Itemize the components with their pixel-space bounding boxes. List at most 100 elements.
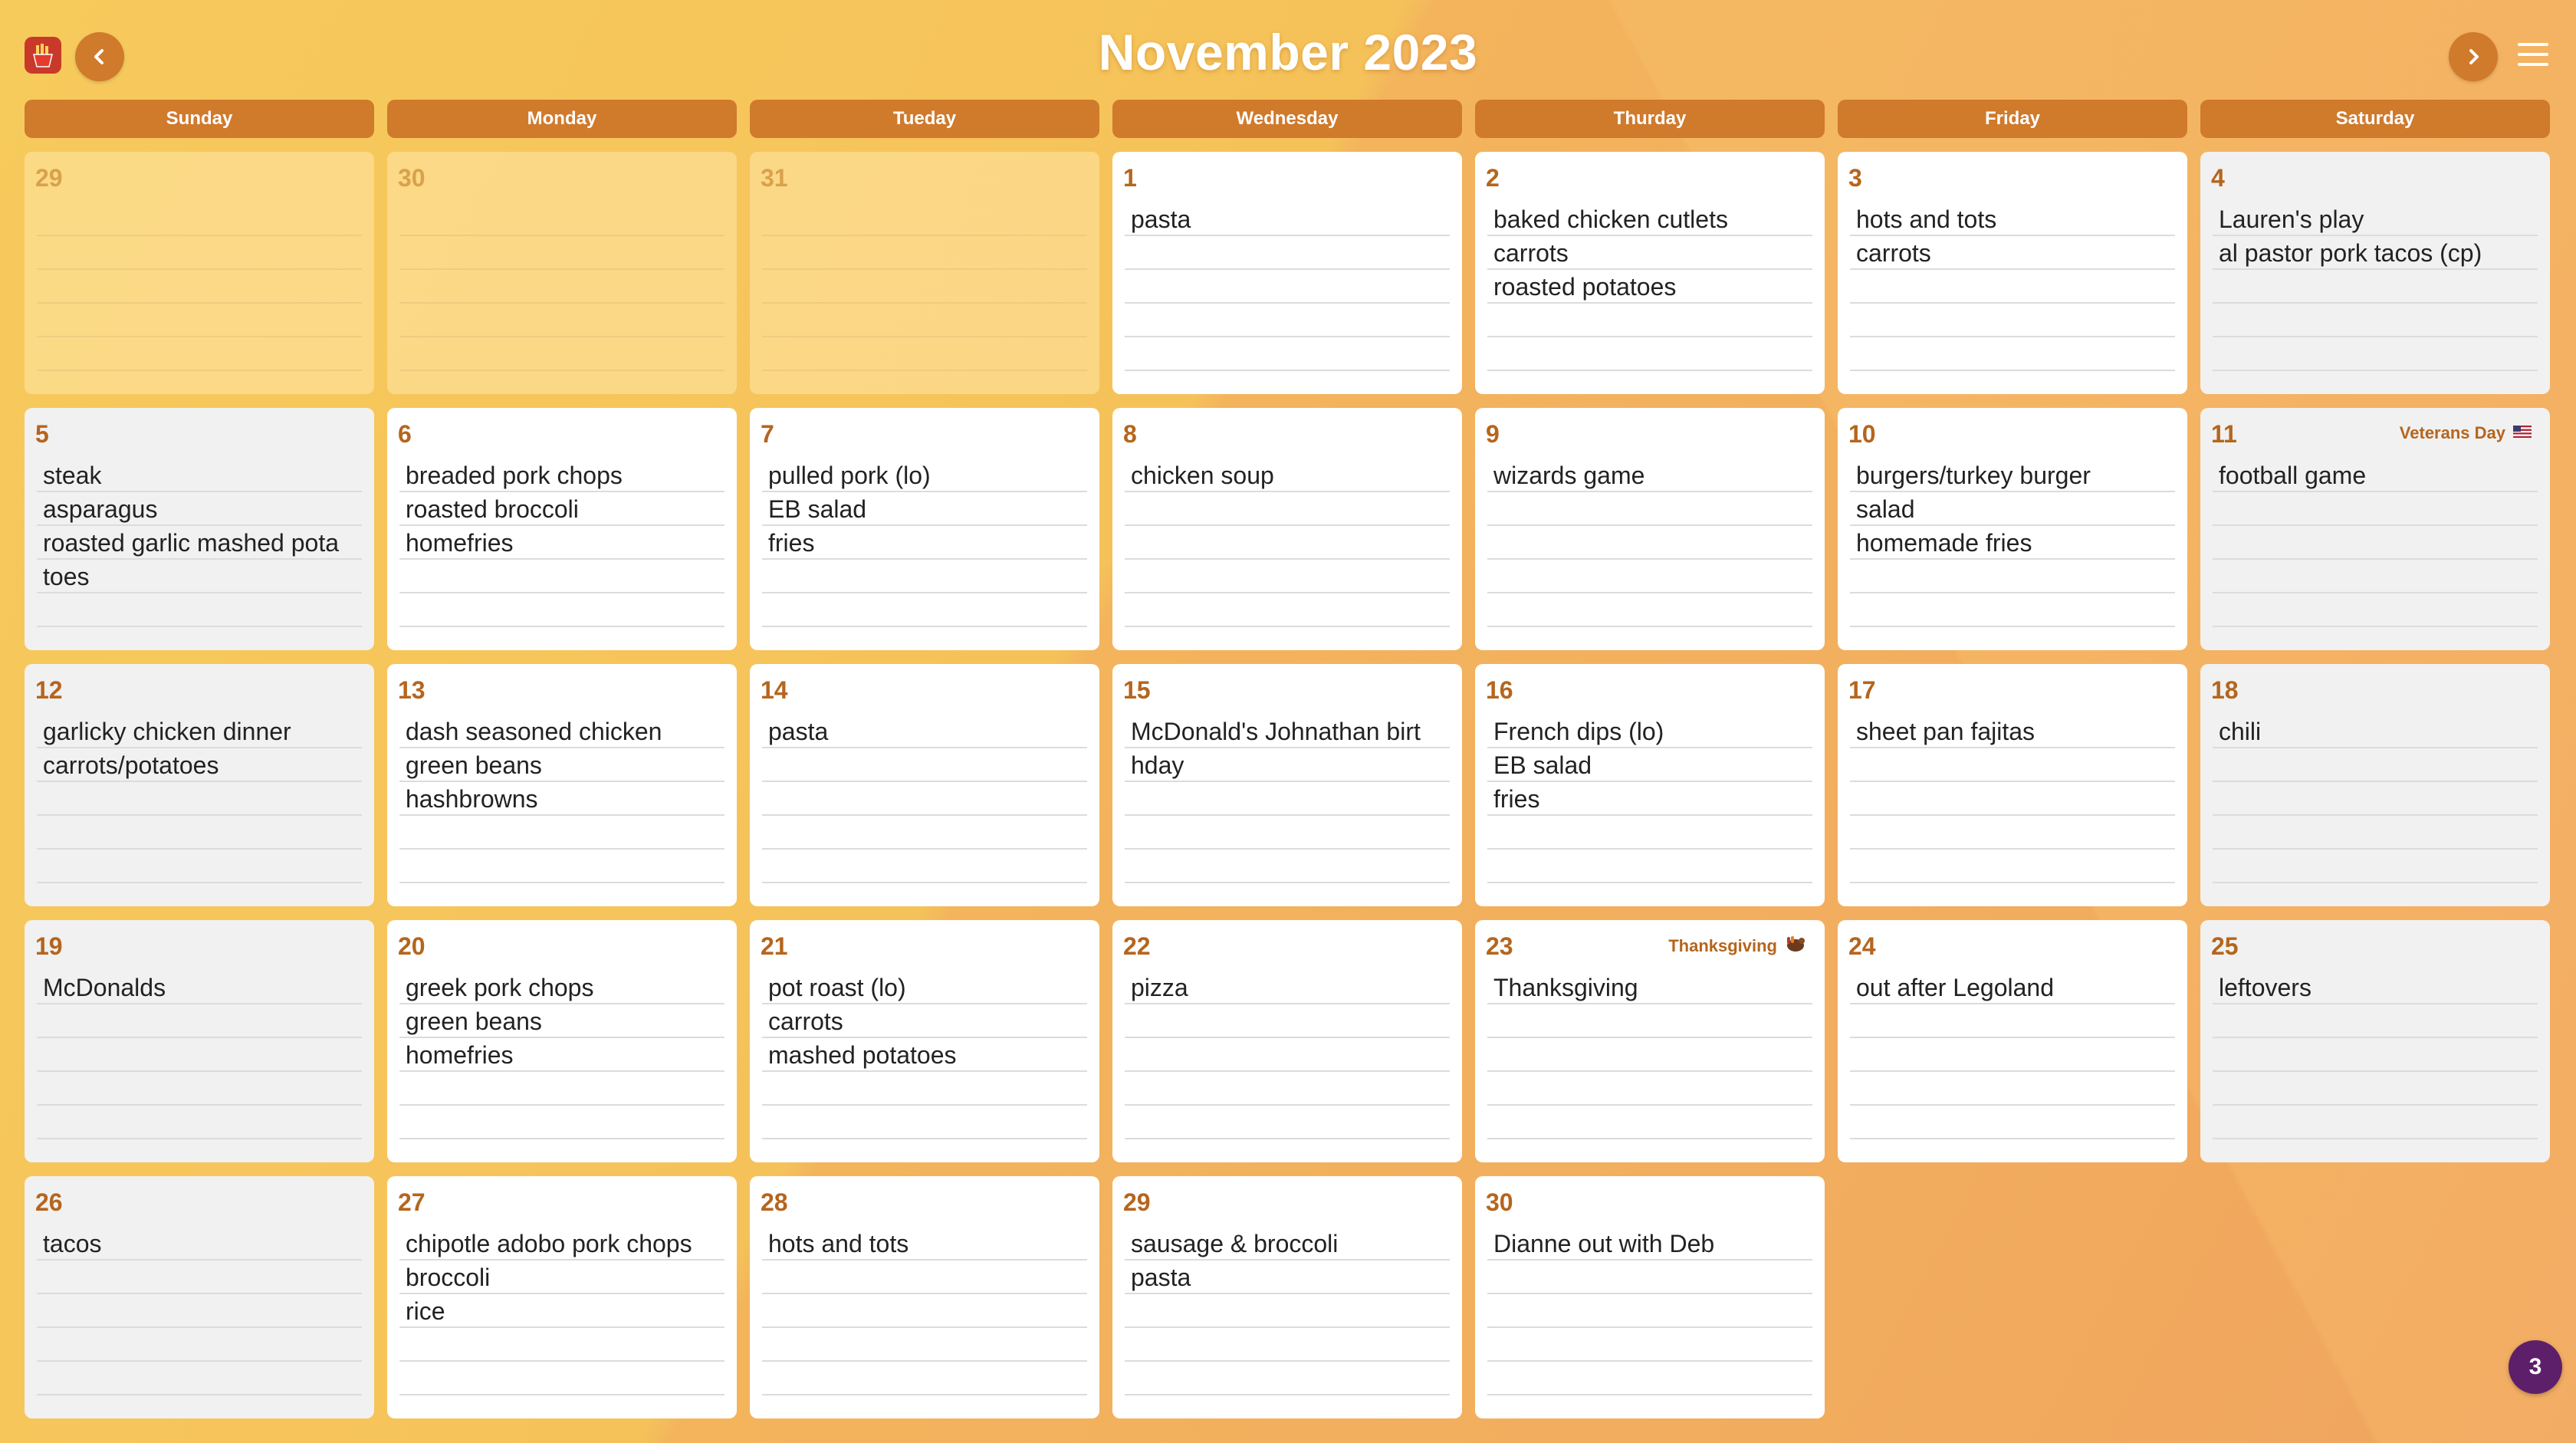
day-cell[interactable]: 17 sheet pan fajitas <box>1838 664 2187 906</box>
day-cell[interactable]: 14 pasta <box>750 664 1099 906</box>
meal-entry[interactable]: green beans <box>406 1004 724 1038</box>
meal-entry[interactable]: leftovers <box>2219 971 2538 1004</box>
meal-entry[interactable]: salad <box>1856 492 2175 526</box>
notification-badge[interactable]: 3 <box>2509 1340 2562 1394</box>
meal-entries[interactable]: pasta <box>768 715 1087 748</box>
day-cell[interactable]: 31 <box>750 152 1099 394</box>
meal-entry[interactable]: fries <box>768 526 1087 560</box>
meal-entries[interactable]: football game <box>2219 459 2538 492</box>
day-cell[interactable]: 7 pulled pork (lo) EB salad fries <box>750 408 1099 650</box>
day-cell[interactable]: 6 breaded pork chops roasted broccoli homef… <box>387 408 737 650</box>
meal-entry[interactable]: hots and tots <box>768 1227 1087 1261</box>
meal-entry[interactable]: wizards game <box>1493 459 1812 492</box>
meal-entry[interactable]: pot roast (lo) <box>768 971 1087 1004</box>
day-cell[interactable]: 20 greek pork chops green beans homefries <box>387 920 737 1162</box>
meal-entry[interactable]: broccoli <box>406 1261 724 1294</box>
meal-entry[interactable]: pasta <box>1131 202 1450 236</box>
meal-entry[interactable]: chili <box>2219 715 2538 748</box>
meal-entries[interactable]: out after Legoland <box>1856 971 2175 1004</box>
meal-entry[interactable]: Dianne out with Deb <box>1493 1227 1812 1261</box>
meal-entry[interactable]: Thanksgiving <box>1493 971 1812 1004</box>
meal-entry[interactable]: chipotle adobo pork chops <box>406 1227 724 1261</box>
day-cell[interactable]: 16 French dips (lo) EB salad fries <box>1475 664 1825 906</box>
day-cell[interactable]: 29 sausage & broccoli pasta <box>1112 1176 1462 1418</box>
meal-entry[interactable]: roasted broccoli <box>406 492 724 526</box>
meal-entry[interactable]: al pastor pork tacos (cp) <box>2219 236 2538 270</box>
meal-entry[interactable]: hday <box>1131 748 1450 782</box>
meal-entry[interactable]: sheet pan fajitas <box>1856 715 2175 748</box>
meal-entries[interactable]: McDonalds <box>43 971 362 1004</box>
meal-entries[interactable]: burgers/turkey burger salad homemade fries <box>1856 459 2175 560</box>
meal-entry[interactable]: EB salad <box>1493 748 1812 782</box>
meal-entry[interactable]: roasted garlic mashed pota <box>43 526 362 560</box>
meal-entry[interactable]: hots and tots <box>1856 202 2175 236</box>
day-cell[interactable]: 25 leftovers <box>2200 920 2550 1162</box>
day-cell[interactable]: 12 garlicky chicken dinner carrots/potatoe… <box>25 664 374 906</box>
meal-entry[interactable]: carrots <box>1493 236 1812 270</box>
meal-entries[interactable]: tacos <box>43 1227 362 1261</box>
meal-entries[interactable]: pizza <box>1131 971 1450 1004</box>
meal-entry[interactable]: chicken soup <box>1131 459 1450 492</box>
day-cell[interactable]: 18 chili <box>2200 664 2550 906</box>
day-cell[interactable]: 3 hots and tots carrots <box>1838 152 2187 394</box>
day-cell[interactable]: 9 wizards game <box>1475 408 1825 650</box>
meal-entry[interactable]: rice <box>406 1294 724 1328</box>
meal-entries[interactable]: hots and tots <box>768 1227 1087 1261</box>
meal-entries[interactable]: French dips (lo) EB salad fries <box>1493 715 1812 816</box>
meal-entries[interactable]: sausage & broccoli pasta <box>1131 1227 1450 1294</box>
meal-entry[interactable]: asparagus <box>43 492 362 526</box>
meal-entry[interactable]: out after Legoland <box>1856 971 2175 1004</box>
meal-entry[interactable]: dash seasoned chicken <box>406 715 724 748</box>
meal-entries[interactable]: McDonald's Johnathan birt hday <box>1131 715 1450 782</box>
meal-entry[interactable]: pasta <box>768 715 1087 748</box>
meal-entries[interactable]: chicken soup <box>1131 459 1450 492</box>
meal-entry[interactable]: homefries <box>406 526 724 560</box>
meal-entry[interactable]: steak <box>43 459 362 492</box>
day-cell[interactable]: 10 burgers/turkey burger salad homemade fri… <box>1838 408 2187 650</box>
next-month-button[interactable] <box>2449 32 2498 81</box>
day-cell[interactable]: 11 Veterans Day football game <box>2200 408 2550 650</box>
meal-entry[interactable]: greek pork chops <box>406 971 724 1004</box>
meal-entry[interactable]: pasta <box>1131 1261 1450 1294</box>
meal-entry[interactable]: French dips (lo) <box>1493 715 1812 748</box>
day-cell[interactable]: 4 Lauren's play al pastor pork tacos (cp) <box>2200 152 2550 394</box>
meal-entry[interactable]: carrots <box>1856 236 2175 270</box>
day-cell[interactable]: 8 chicken soup <box>1112 408 1462 650</box>
day-cell[interactable]: 28 hots and tots <box>750 1176 1099 1418</box>
day-cell[interactable]: 29 <box>25 152 374 394</box>
meal-entries[interactable]: sheet pan fajitas <box>1856 715 2175 748</box>
meal-entry[interactable]: tacos <box>43 1227 362 1261</box>
day-cell[interactable]: 21 pot roast (lo) carrots mashed potatoes <box>750 920 1099 1162</box>
day-cell[interactable]: 26 tacos <box>25 1176 374 1418</box>
meal-entry[interactable]: hashbrowns <box>406 782 724 816</box>
day-cell[interactable]: 23 Thanksgiving Thanksgiving <box>1475 920 1825 1162</box>
day-cell[interactable]: 5 steak asparagus roasted garlic mashed pot… <box>25 408 374 650</box>
day-cell[interactable]: 22 pizza <box>1112 920 1462 1162</box>
meal-entry[interactable]: McDonalds <box>43 971 362 1004</box>
meal-entry[interactable]: roasted potatoes <box>1493 270 1812 304</box>
meal-entries[interactable]: breaded pork chops roasted broccoli homefr… <box>406 459 724 560</box>
meal-entries[interactable]: pasta <box>1131 202 1450 236</box>
meal-entries[interactable]: pulled pork (lo) EB salad fries <box>768 459 1087 560</box>
meal-entry[interactable]: carrots/potatoes <box>43 748 362 782</box>
meal-entry[interactable]: toes <box>43 560 362 593</box>
meal-entries[interactable]: wizards game <box>1493 459 1812 492</box>
meal-entry[interactable]: pizza <box>1131 971 1450 1004</box>
day-cell[interactable]: 19 McDonalds <box>25 920 374 1162</box>
day-cell[interactable]: 30 Dianne out with Deb <box>1475 1176 1825 1418</box>
meal-entry[interactable]: pulled pork (lo) <box>768 459 1087 492</box>
meal-entries[interactable]: greek pork chops green beans homefries <box>406 971 724 1072</box>
meal-entries[interactable]: Dianne out with Deb <box>1493 1227 1812 1261</box>
day-cell[interactable]: 13 dash seasoned chicken green beans hashbr… <box>387 664 737 906</box>
meal-entries[interactable]: hots and tots carrots <box>1856 202 2175 270</box>
hamburger-menu-icon[interactable] <box>2518 43 2548 66</box>
day-cell[interactable]: 24 out after Legoland <box>1838 920 2187 1162</box>
meal-entries[interactable]: pot roast (lo) carrots mashed potatoes <box>768 971 1087 1072</box>
meal-entries[interactable]: garlicky chicken dinner carrots/potatoes <box>43 715 362 782</box>
meal-entry[interactable]: sausage & broccoli <box>1131 1227 1450 1261</box>
meal-entries[interactable]: dash seasoned chicken green beans hashbrow… <box>406 715 724 816</box>
meal-entry[interactable]: homefries <box>406 1038 724 1072</box>
meal-entry[interactable]: carrots <box>768 1004 1087 1038</box>
meal-entry[interactable]: baked chicken cutlets <box>1493 202 1812 236</box>
meal-entries[interactable]: chili <box>2219 715 2538 748</box>
